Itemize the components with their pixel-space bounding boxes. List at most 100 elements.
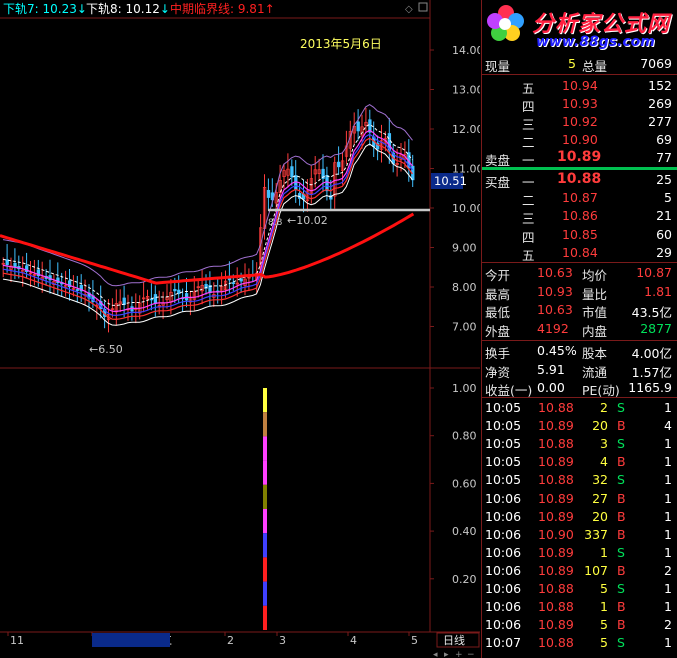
tick-side: S: [617, 544, 625, 560]
stat-label: 内盘: [582, 323, 608, 339]
candle-body: [122, 297, 126, 305]
tick-time: 10:06: [485, 508, 522, 524]
stat-label: 外盘: [485, 323, 511, 339]
tick-side: B: [617, 526, 626, 542]
stat-value: 10.63: [537, 265, 573, 280]
diamond-icon[interactable]: ◇: [405, 4, 413, 15]
tick-volume: 107: [584, 562, 608, 578]
indicator-legend: 下轨7: 10.23↓ 下轨8: 10.12↓ 中期临界线: 9.81↑: [3, 1, 275, 16]
tick-volume: 20: [592, 508, 608, 524]
indicator-tick-label: 0.20: [452, 573, 477, 586]
tick-side: B: [617, 508, 626, 524]
bid-volume: 21: [656, 208, 672, 224]
tick-count: 1: [664, 508, 672, 524]
tick-volume: 5: [600, 617, 608, 633]
current-vol-label: 现量: [485, 59, 511, 74]
tick-price: 10.89: [538, 562, 574, 578]
tick-time: 10:07: [485, 635, 522, 651]
bid-volume: 25: [656, 172, 672, 187]
tick-count: 4: [664, 418, 672, 434]
tick-time: 10:06: [485, 544, 522, 560]
time-tick-label: 11: [10, 634, 24, 647]
tick-row: 10:06 10.89 20 B 1: [482, 508, 677, 526]
fund-value: 0.00: [537, 380, 565, 395]
tick-row: 10:06 10.90 337 B 1: [482, 526, 677, 544]
fund-value: 5.91: [537, 361, 565, 377]
bid-level: 四: [522, 229, 535, 245]
tick-time: 10:06: [485, 562, 522, 578]
tick-row: 10:06 10.89 1 S 1: [482, 544, 677, 562]
period-tab-label[interactable]: 日线: [443, 633, 465, 647]
indicator-segment: [263, 412, 267, 437]
candle-body: [153, 294, 158, 304]
time-tick-label: 3: [279, 634, 286, 647]
total-vol-label: 总量: [582, 59, 608, 74]
tick-side: B: [617, 617, 626, 633]
stat-label: 均价: [582, 268, 608, 283]
indicator-tick-label: 1.00: [452, 382, 477, 395]
indicator-segment: [263, 460, 267, 485]
candle-body: [184, 293, 189, 301]
tick-count: 1: [664, 526, 672, 542]
tick-side: B: [617, 599, 626, 615]
tick-price: 10.88: [538, 581, 574, 596]
indicator-tick-label: 0.60: [452, 477, 477, 490]
candle-body: [75, 289, 80, 291]
stat-value: 10.93: [537, 283, 573, 299]
tick-price: 10.88: [538, 599, 574, 615]
bid-side-label: 买盘: [485, 175, 511, 190]
price-tick-label: 14.00: [452, 44, 480, 57]
tick-row: 10:05 10.89 4 B 1: [482, 453, 677, 471]
tick-volume: 3: [600, 436, 608, 452]
stat-value: 10.87: [636, 265, 672, 280]
ask-row: 五 10.94 152: [482, 77, 677, 96]
tick-row: 10:06 10.89 27 B 1: [482, 490, 677, 508]
tick-side: S: [617, 635, 625, 651]
tick-side: B: [617, 454, 626, 470]
tick-time: 10:06: [485, 599, 522, 615]
tick-volume: 1: [600, 544, 608, 560]
bid-level: 三: [522, 211, 535, 227]
tick-row: 10:05 10.88 2 S 1: [482, 399, 677, 417]
left-mark-label: 8.8: [268, 218, 283, 228]
volume-summary: 现量 5 总量 7069: [482, 55, 677, 74]
site-logo: 分析家公式网 www.88gs.com: [482, 0, 677, 54]
tick-time: 10:06: [485, 490, 522, 506]
indicator-segment: [263, 388, 267, 413]
tick-side: S: [617, 472, 625, 488]
ask-price: 10.93: [562, 96, 598, 111]
tick-volume: 5: [600, 635, 608, 651]
candle-body: [290, 166, 294, 178]
tick-price: 10.88: [538, 472, 574, 488]
tick-time: 10:06: [485, 526, 522, 542]
zoom-in-icon[interactable]: +: [455, 650, 463, 658]
kline-chart-area[interactable]: 14.0013.0012.0011.0010.009.008.007.00 1.…: [0, 0, 480, 658]
indicator-tick-label: 0.80: [452, 430, 477, 443]
flower-logo-icon: [487, 5, 524, 41]
ask-row: 二 10.90 69: [482, 131, 677, 150]
stat-label: 最高: [485, 286, 511, 302]
fund-row: 收益(一) 0.00 PE(动) 1165.9: [482, 379, 677, 398]
time-tick-label: 5: [411, 634, 418, 647]
bid-price: 10.84: [562, 244, 598, 260]
tick-price: 10.89: [538, 544, 574, 560]
ask-volume: 69: [656, 132, 672, 147]
ask-volume: 152: [648, 78, 672, 93]
fund-row: 换手 0.45% 股本 4.00亿: [482, 342, 677, 361]
tick-price: 10.88: [538, 436, 574, 452]
fund-value: 4.00亿: [631, 346, 672, 361]
indicator-segment: [263, 509, 267, 534]
fund-label: 净资: [485, 364, 511, 380]
zoom-out-icon[interactable]: −: [467, 650, 475, 658]
arrow-left-icon[interactable]: ◂: [433, 650, 438, 658]
ask-volume: 269: [648, 96, 672, 111]
price-tick-label: 12.00: [452, 123, 480, 136]
time-tick-label: 2: [227, 634, 234, 647]
bid-row: 四 10.85 60: [482, 226, 677, 245]
tick-time: 10:05: [485, 436, 522, 452]
ask-volume: 77: [656, 150, 672, 165]
tick-row: 10:05 10.89 20 B 4: [482, 417, 677, 435]
arrow-right-icon[interactable]: ▸: [444, 650, 449, 658]
fund-label: 股本: [582, 346, 608, 361]
tick-side: B: [617, 490, 626, 506]
